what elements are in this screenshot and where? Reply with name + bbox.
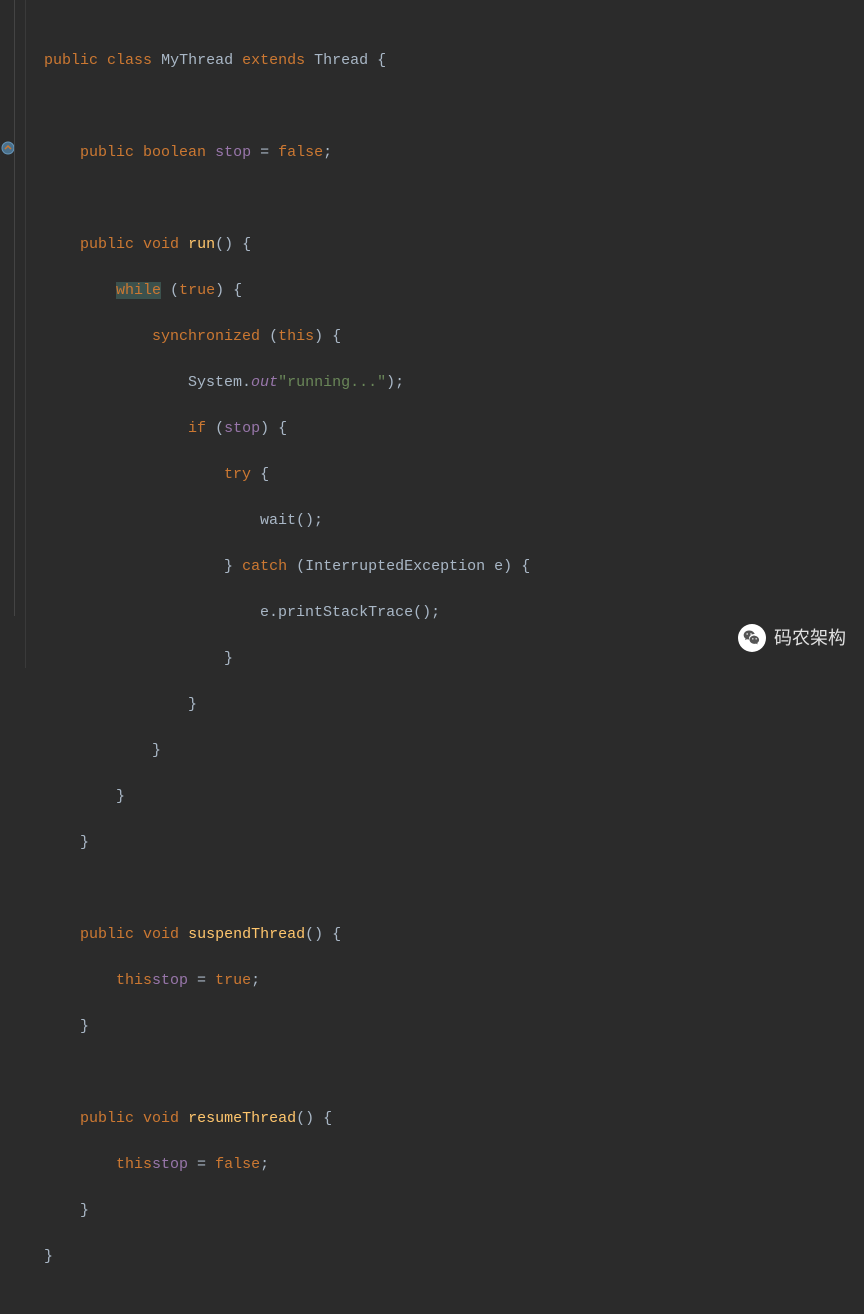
code-line: thisstop = true; — [44, 969, 530, 992]
code-line: } — [44, 1015, 530, 1038]
wechat-icon — [738, 624, 766, 652]
code-line — [44, 187, 530, 210]
code-line: } — [44, 739, 530, 762]
code-line: public void run() { — [44, 233, 530, 256]
code-line: } catch (InterruptedException e) { — [44, 555, 530, 578]
code-line: synchronized (this) { — [44, 325, 530, 348]
code-line: while (true) { — [44, 279, 530, 302]
code-line: System.out"running..."); — [44, 371, 530, 394]
code-line: } — [44, 785, 530, 808]
code-line — [44, 95, 530, 118]
code-line: } — [44, 1245, 530, 1268]
code-line: wait(); — [44, 509, 530, 532]
editor-gutter — [0, 0, 26, 668]
code-line: public void resumeThread() { — [44, 1107, 530, 1130]
override-icon[interactable] — [1, 140, 15, 154]
code-line: } — [44, 647, 530, 670]
code-line: try { — [44, 463, 530, 486]
code-editor: public class MyThread extends Thread { p… — [0, 0, 864, 668]
code-line: thisstop = false; — [44, 1153, 530, 1176]
code-line: if (stop) { — [44, 417, 530, 440]
code-line — [44, 1061, 530, 1084]
code-line: public void suspendThread() { — [44, 923, 530, 946]
code-line: } — [44, 693, 530, 716]
code-line: public class MyThread extends Thread { — [44, 49, 530, 72]
code-line — [44, 877, 530, 900]
watermark-text: 码农架构 — [774, 627, 846, 650]
code-line: e.printStackTrace(); — [44, 601, 530, 624]
code-line: } — [44, 831, 530, 854]
code-line: } — [44, 1199, 530, 1222]
watermark: 码农架构 — [738, 624, 846, 652]
code-line: public boolean stop = false; — [44, 141, 530, 164]
code-area[interactable]: public class MyThread extends Thread { p… — [26, 0, 530, 668]
